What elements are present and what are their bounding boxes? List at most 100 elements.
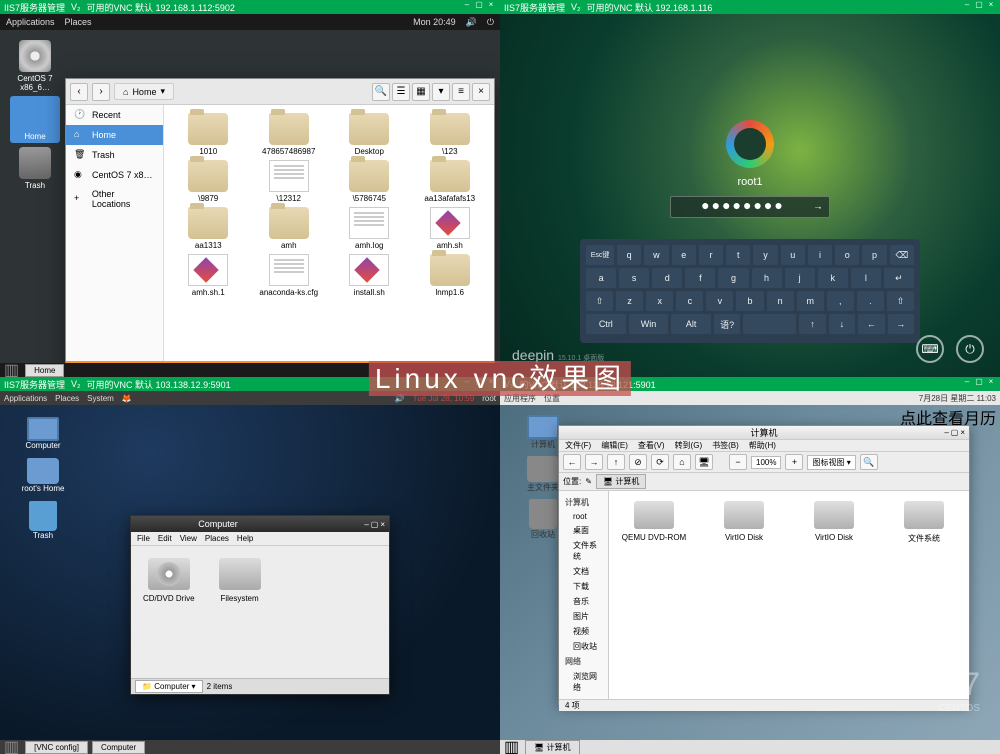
loc-edit-btn[interactable]: ✎	[585, 477, 592, 486]
drive-item[interactable]: QEMU DVD-ROM	[619, 501, 689, 689]
key[interactable]: 语?	[714, 314, 740, 334]
min-btn[interactable]: –	[962, 0, 972, 9]
file-item[interactable]: lnmp1.6	[414, 254, 487, 297]
view-mode[interactable]: 图标视图 ▾	[807, 455, 855, 470]
sidebar-centos[interactable]: ◉CentOS 7 x8…	[66, 165, 163, 185]
menu-view[interactable]: View	[180, 534, 197, 543]
key[interactable]: e	[672, 245, 696, 265]
menu-btn[interactable]: ▾	[432, 83, 450, 101]
close-btn[interactable]: ×	[986, 0, 996, 9]
apps-menu[interactable]: 应用程序	[504, 393, 536, 404]
menu-go[interactable]: 转到(G)	[675, 440, 703, 451]
max-btn[interactable]: ▢	[474, 0, 484, 9]
min-btn[interactable]: –	[462, 0, 472, 9]
loc-crumb[interactable]: 🖥 计算机	[596, 474, 646, 489]
show-desktop-btn[interactable]: ▥	[4, 737, 19, 754]
key[interactable]: Alt	[671, 314, 711, 334]
power-btn[interactable]: ⏻	[956, 335, 984, 363]
key[interactable]: c	[676, 291, 703, 311]
key[interactable]: →	[888, 314, 914, 334]
sidebar-item[interactable]: 浏览网络	[559, 669, 608, 695]
apps-menu[interactable]: Applications	[4, 394, 47, 403]
drive-item[interactable]: Filesystem	[219, 558, 261, 603]
file-item[interactable]: amh.log	[333, 207, 406, 250]
keyboard-btn[interactable]: ⌨	[916, 335, 944, 363]
key[interactable]: Win	[629, 314, 669, 334]
sidebar-home[interactable]: ⌂Home	[66, 125, 163, 145]
places-menu[interactable]: Places	[65, 17, 92, 27]
key[interactable]: i	[808, 245, 832, 265]
close-btn[interactable]: ×	[986, 377, 996, 386]
key[interactable]: r	[699, 245, 723, 265]
window-titlebar[interactable]: Computer–▢×	[131, 516, 389, 532]
menu-edit[interactable]: Edit	[158, 534, 172, 543]
max-btn[interactable]: ▢	[974, 0, 984, 9]
user-label[interactable]: root	[482, 394, 496, 403]
places-menu[interactable]: 位置	[544, 393, 560, 404]
sidebar-item[interactable]: 音乐	[559, 594, 608, 609]
close-window-btn[interactable]: ×	[472, 83, 490, 101]
stop-btn[interactable]: ⊘	[629, 454, 647, 470]
desktop-trash[interactable]: Trash	[18, 501, 68, 540]
min-btn[interactable]: –	[962, 377, 972, 386]
apps-menu[interactable]: Applications	[6, 17, 55, 27]
user-avatar[interactable]	[726, 120, 774, 168]
key[interactable]: m	[797, 291, 824, 311]
search-btn[interactable]: 🔍	[860, 454, 878, 470]
list-view-btn[interactable]: ☰	[392, 83, 410, 101]
key[interactable]: Ctrl	[586, 314, 626, 334]
min-btn[interactable]: –	[462, 377, 472, 386]
min-btn[interactable]: –	[364, 520, 368, 529]
file-item[interactable]: \12312	[253, 160, 326, 203]
location-crumb[interactable]: 📁 Computer ▾	[135, 680, 203, 693]
file-item[interactable]: install.sh	[333, 254, 406, 297]
sidebar-trash[interactable]: 🗑Trash	[66, 145, 163, 165]
desktop-home[interactable]: root's Home	[18, 458, 68, 493]
drive-item[interactable]: CD/DVD Drive	[143, 558, 195, 603]
desktop-trash[interactable]: Trash	[10, 147, 60, 190]
drive-item[interactable]: VirtIO Disk	[799, 501, 869, 689]
fwd-btn[interactable]: →	[585, 454, 603, 470]
key[interactable]: ↵	[884, 268, 914, 288]
places-menu[interactable]: Places	[55, 394, 79, 403]
sidebar-item[interactable]: 回收站	[559, 639, 608, 654]
file-item[interactable]: 1010	[172, 113, 245, 156]
menu-file[interactable]: File	[137, 534, 150, 543]
sidebar-item[interactable]: 文件系统	[559, 538, 608, 564]
menu-view[interactable]: 查看(V)	[638, 440, 665, 451]
sidebar-item[interactable]: 下载	[559, 579, 608, 594]
menu-file[interactable]: 文件(F)	[565, 440, 591, 451]
menu-bookmark[interactable]: 书签(B)	[712, 440, 739, 451]
max-btn[interactable]: ▢	[951, 428, 959, 437]
key[interactable]: d	[652, 268, 682, 288]
file-item[interactable]: amh.sh.1	[172, 254, 245, 297]
show-desktop-btn[interactable]: ▥	[4, 360, 19, 377]
path-bar[interactable]: ⌂Home▾	[114, 83, 174, 100]
key[interactable]: .	[857, 291, 884, 311]
key[interactable]: l	[851, 268, 881, 288]
key[interactable]: x	[646, 291, 673, 311]
desktop-home[interactable]: Home	[10, 96, 60, 143]
key[interactable]: t	[726, 245, 750, 265]
key[interactable]: j	[785, 268, 815, 288]
task-computer[interactable]: Computer	[92, 741, 145, 754]
close-btn[interactable]: ×	[486, 377, 496, 386]
system-menu[interactable]: System	[87, 394, 114, 403]
key[interactable]: b	[736, 291, 763, 311]
menu-places[interactable]: Places	[205, 534, 229, 543]
task-fm[interactable]: 🖥 计算机	[525, 740, 579, 754]
max-btn[interactable]: ▢	[974, 377, 984, 386]
menu-edit[interactable]: 编辑(E)	[601, 440, 628, 451]
sidebar-recent[interactable]: 🕐Recent	[66, 105, 163, 125]
key[interactable]: v	[706, 291, 733, 311]
volume-icon[interactable]: 🔊	[466, 17, 477, 28]
key[interactable]: ⇧	[586, 291, 613, 311]
window-title[interactable]: 计算机–▢×	[559, 426, 969, 440]
sidebar-item[interactable]: 视频	[559, 624, 608, 639]
reload-btn[interactable]: ⟳	[651, 454, 669, 470]
hamburger-btn[interactable]: ≡	[452, 83, 470, 101]
volume-icon[interactable]: 🔊	[395, 394, 405, 403]
key[interactable]: ←	[858, 314, 884, 334]
zoom-out-btn[interactable]: −	[729, 454, 747, 470]
file-item[interactable]: Desktop	[333, 113, 406, 156]
